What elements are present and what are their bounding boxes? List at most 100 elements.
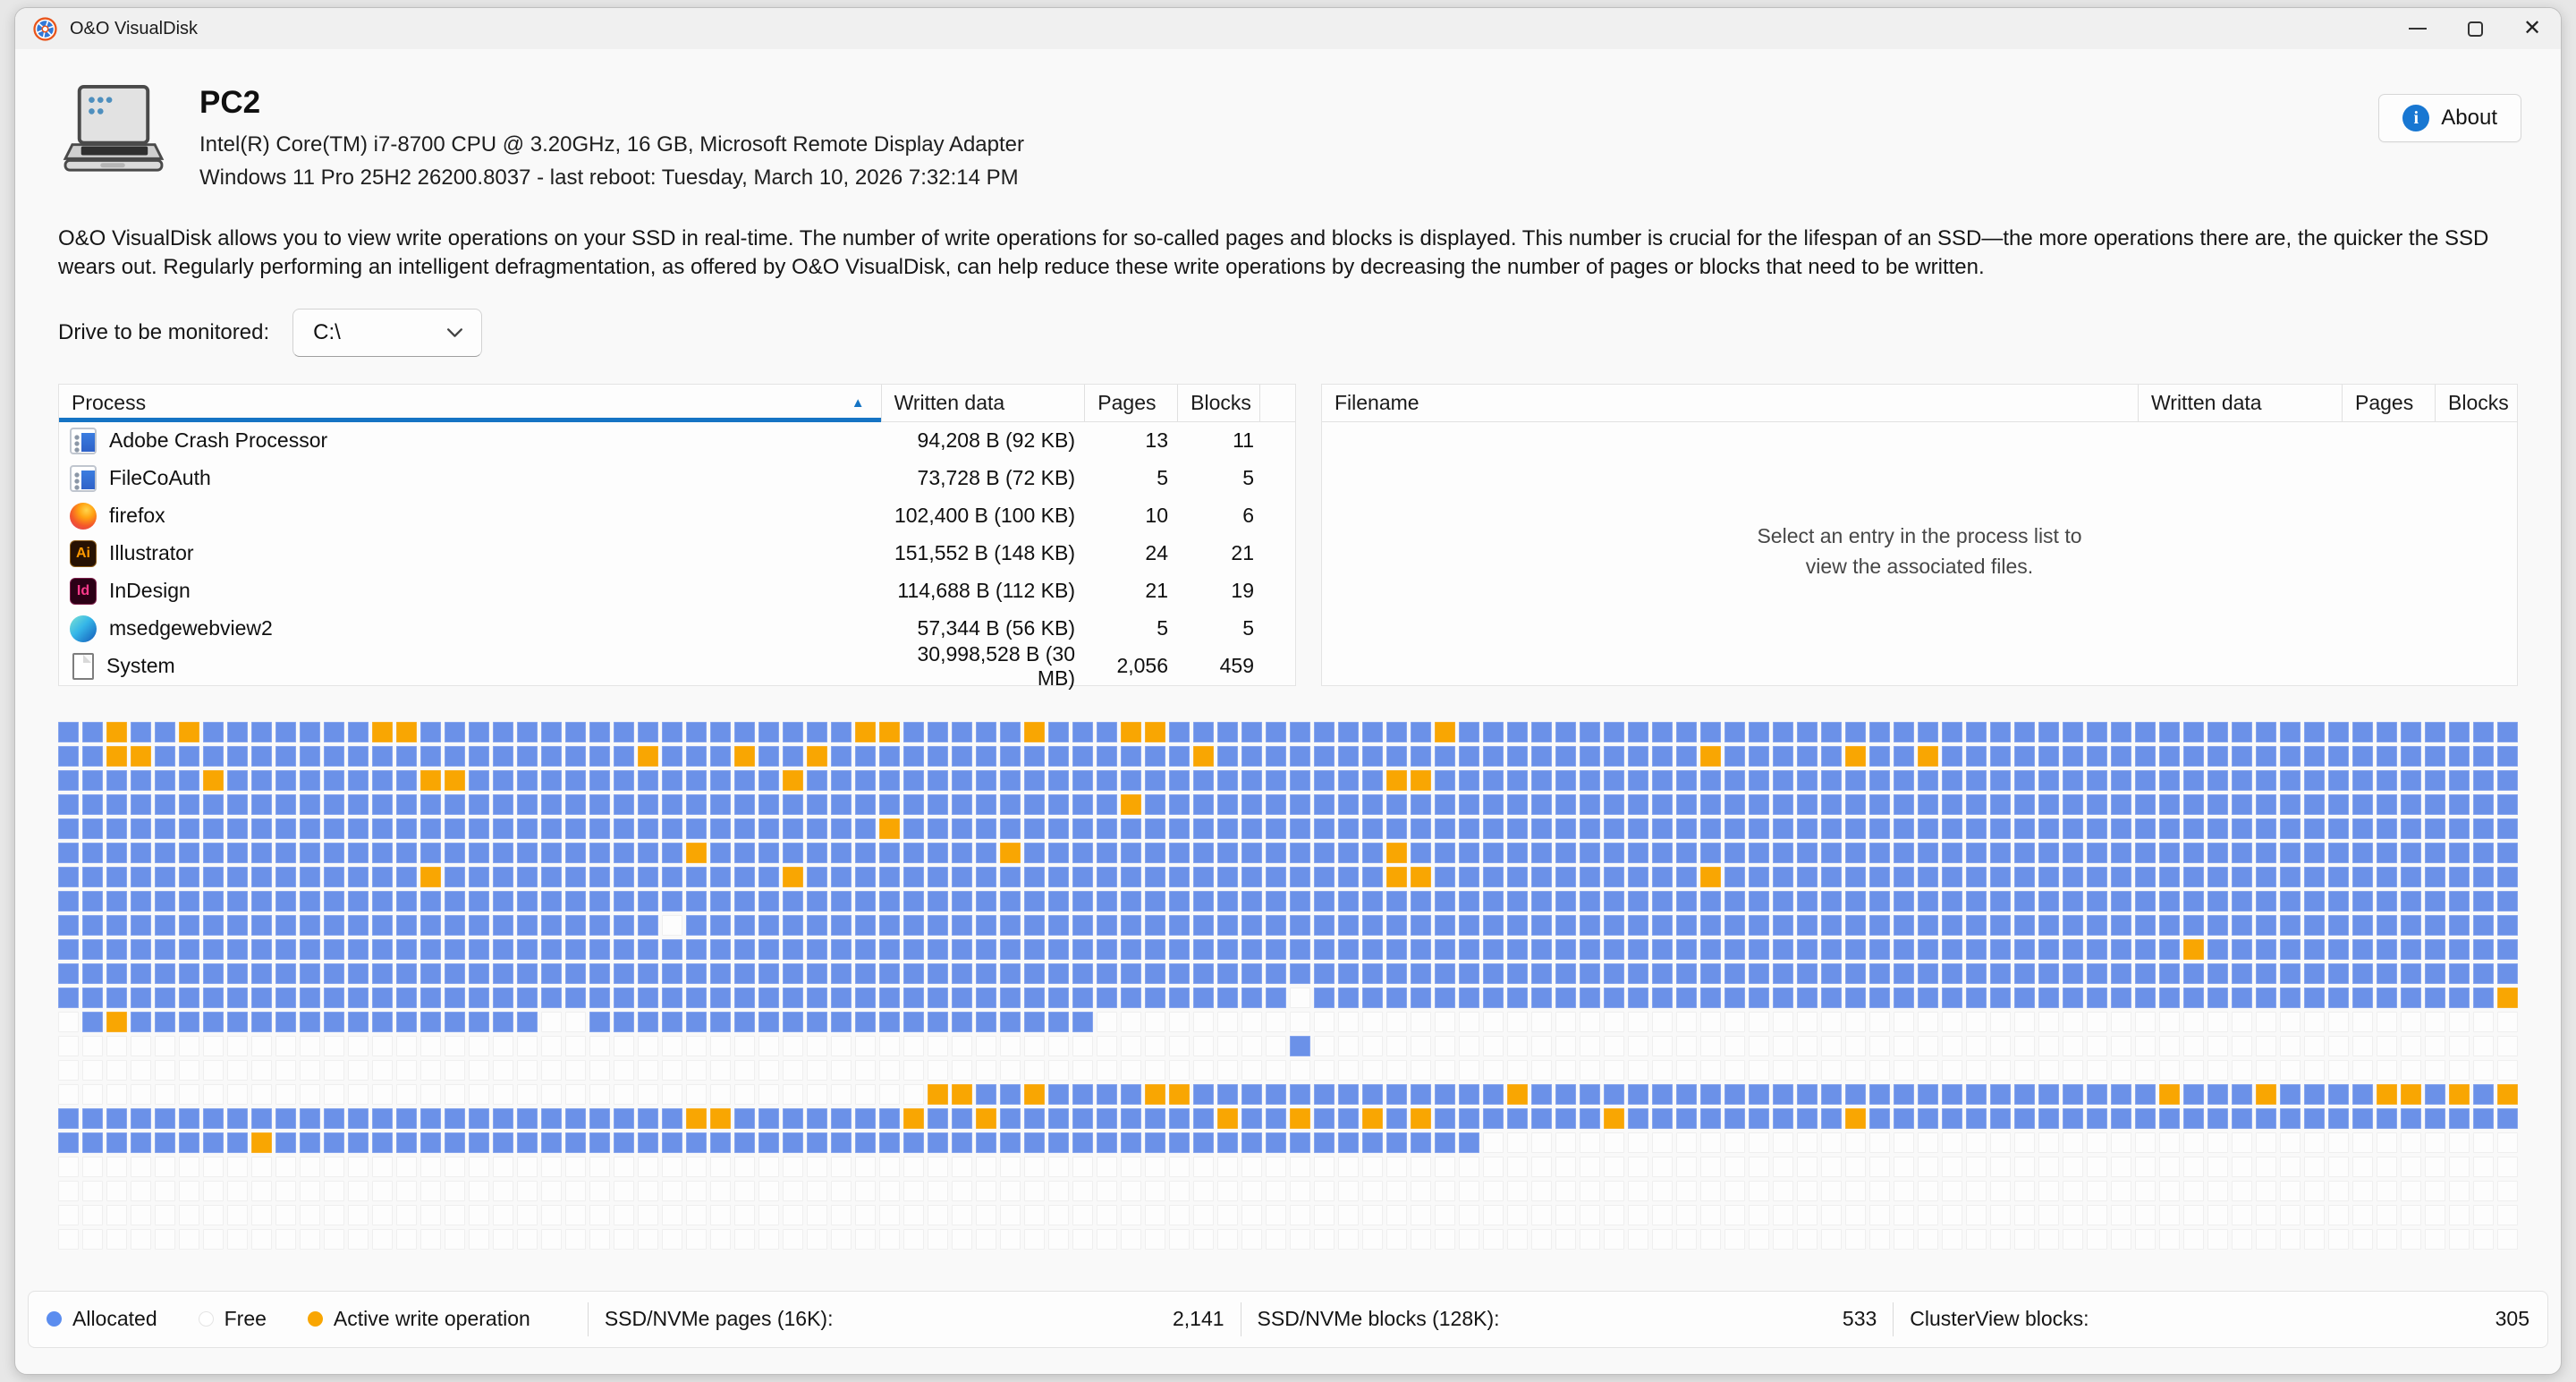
cell-allocated [1531,915,1552,936]
cell-allocated [2473,1108,2494,1129]
cell-allocated [2401,843,2421,863]
stat-blocks: SSD/NVMe blocks (128K): 533 [1258,1307,1877,1331]
cell-allocated [710,843,731,863]
cell-allocated [589,722,610,742]
cell-free [1773,1012,1793,1032]
cell-allocated [565,867,586,887]
about-button[interactable]: i About [2378,94,2521,142]
cell-allocated [1072,746,1093,767]
table-row[interactable]: Ai Illustrator 151,552 B (148 KB) 24 21 [59,535,1295,572]
cell-free [686,1084,707,1105]
cell-allocated [2063,722,2083,742]
cell-allocated [2304,963,2325,984]
cell-allocated [638,939,658,960]
cell-free [445,1084,465,1105]
cell-allocated [2111,818,2131,839]
laptop-icon [58,85,167,176]
cell-allocated [1676,746,1697,767]
table-row[interactable]: firefox 102,400 B (100 KB) 10 6 [59,497,1295,535]
cell-allocated [155,843,175,863]
cell-allocated [1048,1108,1069,1129]
table-row[interactable]: msedgewebview2 57,344 B (56 KB) 5 5 [59,610,1295,648]
table-row[interactable]: System 30,998,528 B (30 MB) 2,056 459 [59,648,1295,685]
cell-allocated [58,1132,79,1153]
close-button[interactable]: ✕ [2504,8,2561,49]
cell-allocated [275,867,296,887]
cell-allocated [1362,794,1383,815]
cell-allocated [1121,770,1141,791]
cell-allocated [976,722,996,742]
cell-allocated [1894,988,1914,1008]
drive-select[interactable]: C:\ [292,309,482,357]
cell-allocated [1097,843,1117,863]
cell-free [879,1084,900,1105]
cell-allocated [300,963,320,984]
cell-allocated [155,891,175,911]
cell-free [879,1157,900,1177]
cell-free [734,1060,755,1081]
cell-free [1700,1157,1721,1177]
cell-allocated [807,722,827,742]
cell-allocated [2038,794,2059,815]
cell-allocated [1435,939,1455,960]
cell-allocated [131,867,151,887]
cell-allocated [155,963,175,984]
cell-free [1362,1157,1383,1177]
cell-allocated [831,867,852,887]
cell-allocated [469,770,489,791]
cell-free [82,1205,103,1225]
cell-allocated [324,867,344,887]
cell-allocated [2256,818,2276,839]
cell-free [2425,1205,2445,1225]
pages-column-header[interactable]: Pages [1084,385,1177,421]
cell-free [396,1157,417,1177]
cell-allocated [1869,746,1890,767]
cell-free [58,1205,79,1225]
cell-allocated [2425,746,2445,767]
cell-allocated [589,891,610,911]
file-table: Filename Written data Pages Blocks Selec… [1321,384,2518,686]
cell-free [251,1036,272,1056]
minimize-button[interactable] [2389,8,2446,49]
file-blocks-column-header[interactable]: Blocks [2435,385,2517,421]
cell-allocated [686,746,707,767]
table-row[interactable]: Adobe Crash Processor 94,208 B (92 KB) 1… [59,422,1295,460]
process-column-header[interactable]: Process ▲ [59,385,881,421]
cell-allocated [1048,915,1069,936]
cell-free [686,1036,707,1056]
cell-allocated [2497,843,2518,863]
cell-allocated [1386,1084,1407,1105]
cell-allocated [1483,794,1504,815]
cell-free [1966,1229,1987,1250]
cell-allocated [324,746,344,767]
blocks-column-header[interactable]: Blocks [1177,385,1259,421]
cell-allocated [1362,1084,1383,1105]
cell-allocated [1241,1108,1262,1129]
written-data-column-header[interactable]: Written data [881,385,1085,421]
cell-allocated [1628,794,1648,815]
cell-allocated [1000,794,1021,815]
table-row[interactable]: FileCoAuth 73,728 B (72 KB) 5 5 [59,460,1295,497]
divider [588,1302,589,1336]
cell-free [734,1229,755,1250]
cell-allocated [758,746,779,767]
cell-allocated [2063,818,2083,839]
cell-free [2449,1060,2470,1081]
cell-free [1338,1060,1359,1081]
cell-free [1290,1205,1310,1225]
cell-allocated [517,963,538,984]
file-pages-column-header[interactable]: Pages [2342,385,2435,421]
cell-free [2280,1181,2301,1201]
file-written-data-column-header[interactable]: Written data [2138,385,2342,421]
cell-allocated [734,1108,755,1129]
cell-allocated [1241,939,1262,960]
cell-free [1217,1012,1238,1032]
cell-allocated [1724,867,1745,887]
maximize-button[interactable] [2446,8,2504,49]
filename-column-header[interactable]: Filename [1322,385,2138,421]
cell-allocated [1894,770,1914,791]
cell-free [1700,1181,1721,1201]
table-row[interactable]: Id InDesign 114,688 B (112 KB) 21 19 [59,572,1295,610]
cell-allocated [1821,770,1842,791]
cell-allocated [1990,939,2011,960]
